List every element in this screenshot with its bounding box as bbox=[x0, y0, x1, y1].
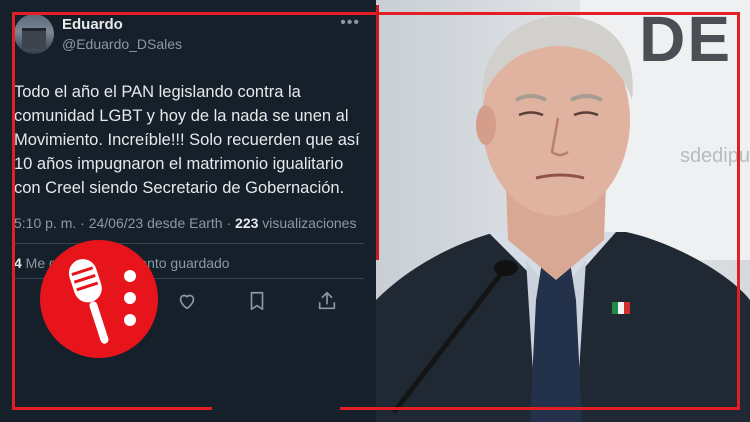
tweet-text: Todo el año el PAN legislando contra la … bbox=[14, 83, 360, 197]
tweet-meta: 5:10 p. m. · 24/06/23 desde Earth · 223 … bbox=[14, 215, 356, 231]
ear bbox=[476, 105, 496, 145]
man-portrait bbox=[376, 15, 750, 422]
tweet-screenshot: Eduardo @Eduardo_DSales ••• Todo el año … bbox=[0, 0, 376, 422]
avatar-gate-picture bbox=[22, 28, 46, 49]
flag-pin-white bbox=[618, 302, 624, 314]
likes-count: 4 bbox=[14, 255, 22, 271]
tweet-header: Eduardo @Eduardo_DSales ••• bbox=[14, 12, 364, 62]
microphone-head bbox=[494, 260, 518, 276]
frame-left-line bbox=[12, 12, 15, 410]
flag-pin-green bbox=[612, 302, 618, 314]
frame-right-line bbox=[737, 12, 740, 410]
news-photo: DE sdedipu bbox=[376, 0, 750, 422]
flag-pin-red bbox=[624, 302, 630, 314]
views-label: visualizaciones bbox=[258, 215, 357, 231]
bookmark-icon bbox=[250, 291, 264, 311]
frame-bottom-left-line bbox=[12, 407, 212, 410]
microphone-icon bbox=[68, 259, 136, 344]
like-icon bbox=[179, 294, 195, 310]
views-count: 223 bbox=[235, 215, 259, 231]
frame-middle-line bbox=[376, 5, 379, 260]
frame-bottom-right-line bbox=[340, 407, 740, 410]
more-dots-icon: ••• bbox=[340, 14, 360, 31]
share-icon bbox=[318, 291, 336, 310]
tweet-timestamp: 5:10 p. m. · 24/06/23 desde Earth · bbox=[14, 215, 236, 231]
display-name: Eduardo bbox=[62, 16, 123, 33]
avatar bbox=[14, 14, 54, 54]
user-handle: @Eduardo_DSales bbox=[62, 36, 183, 52]
microphone-logo bbox=[40, 240, 158, 358]
